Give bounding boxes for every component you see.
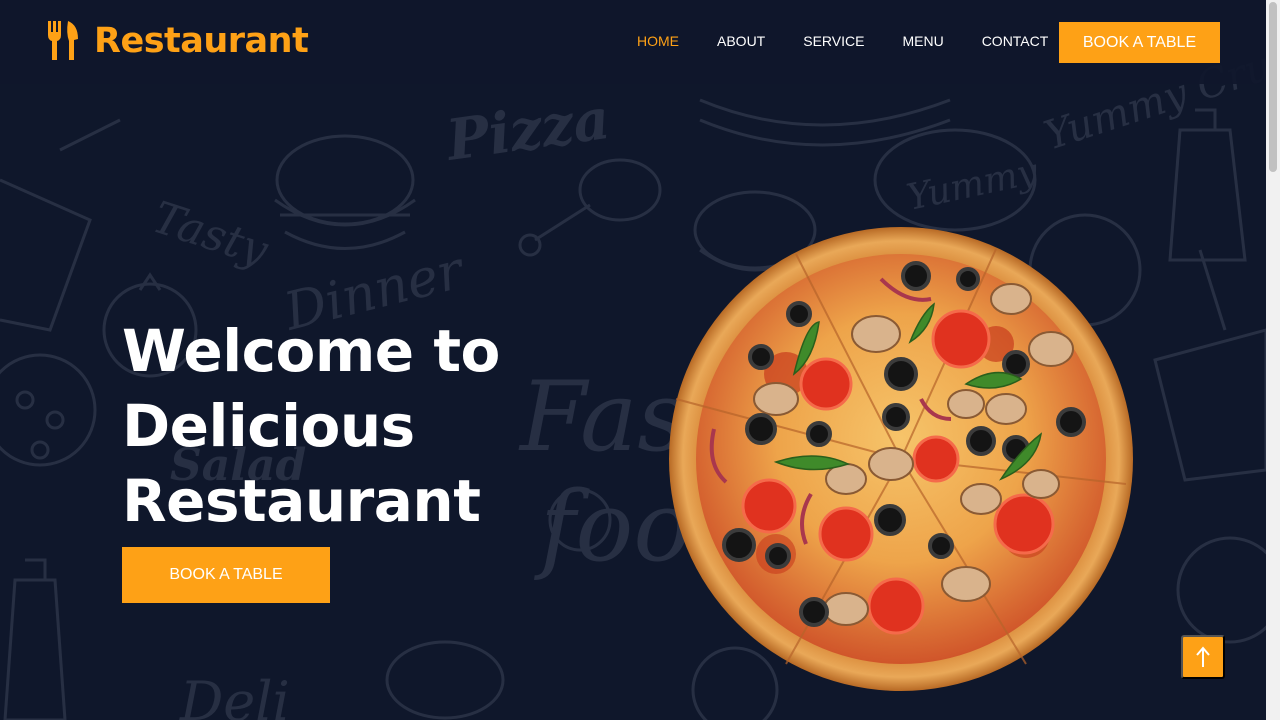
svg-text:Pizza: Pizza <box>441 86 614 174</box>
nav-item-about[interactable]: ABOUT <box>698 30 784 52</box>
svg-text:Tasty: Tasty <box>147 192 275 277</box>
svg-text:Deli: Deli <box>179 670 290 720</box>
nav-item-home[interactable]: HOME <box>618 30 698 52</box>
utensils-icon <box>48 21 78 60</box>
back-to-top-button[interactable] <box>1181 635 1225 679</box>
brand-logo-link[interactable]: Restaurant <box>46 20 309 62</box>
nav-item-menu[interactable]: MENU <box>883 30 962 52</box>
arrow-up-icon <box>1196 646 1210 667</box>
pizza-illustration <box>669 227 1133 691</box>
scrollbar-thumb[interactable] <box>1269 2 1277 172</box>
nav-item-service[interactable]: SERVICE <box>784 30 883 52</box>
main-nav: HOME ABOUT SERVICE MENU CONTACT <box>618 30 1067 52</box>
pizza-image <box>666 224 1136 694</box>
hero-title-line-2: Delicious <box>122 392 415 460</box>
hero-title-line-1: Welcome to <box>122 317 500 385</box>
hero-title: Welcome to Delicious Restaurant <box>122 314 592 539</box>
hero-book-table-button[interactable]: BOOK A TABLE <box>122 547 330 603</box>
nav-item-contact[interactable]: CONTACT <box>963 30 1068 52</box>
page: Tasty Dinner Pizza Fast food Yummy Crunc… <box>0 0 1280 720</box>
hero-title-line-3: Restaurant <box>122 467 481 535</box>
nav-book-table-button[interactable]: BOOK A TABLE <box>1059 22 1220 63</box>
brand-name: Restaurant <box>94 21 309 61</box>
navbar: Restaurant HOME ABOUT SERVICE MENU CONTA… <box>0 0 1266 84</box>
page-scrollbar[interactable] <box>1266 0 1280 720</box>
